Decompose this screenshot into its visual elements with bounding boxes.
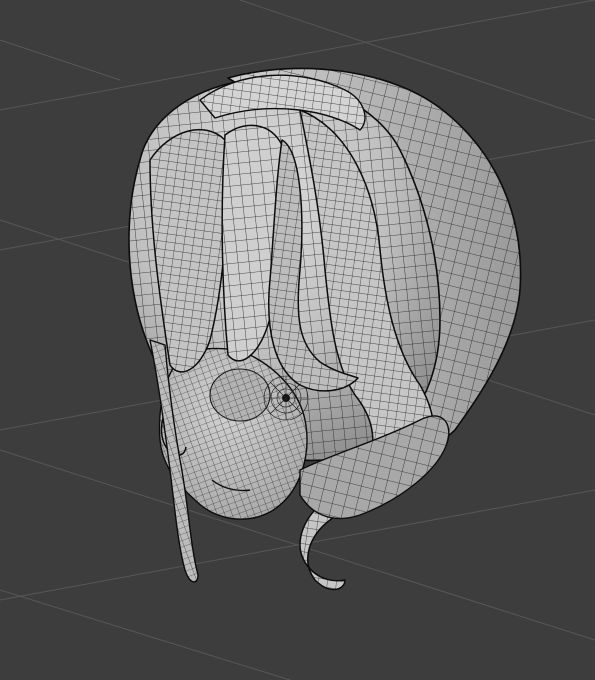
hair-head-mesh[interactable]: [128, 67, 522, 591]
viewport-canvas[interactable]: [0, 0, 595, 680]
3d-viewport[interactable]: [0, 0, 595, 680]
